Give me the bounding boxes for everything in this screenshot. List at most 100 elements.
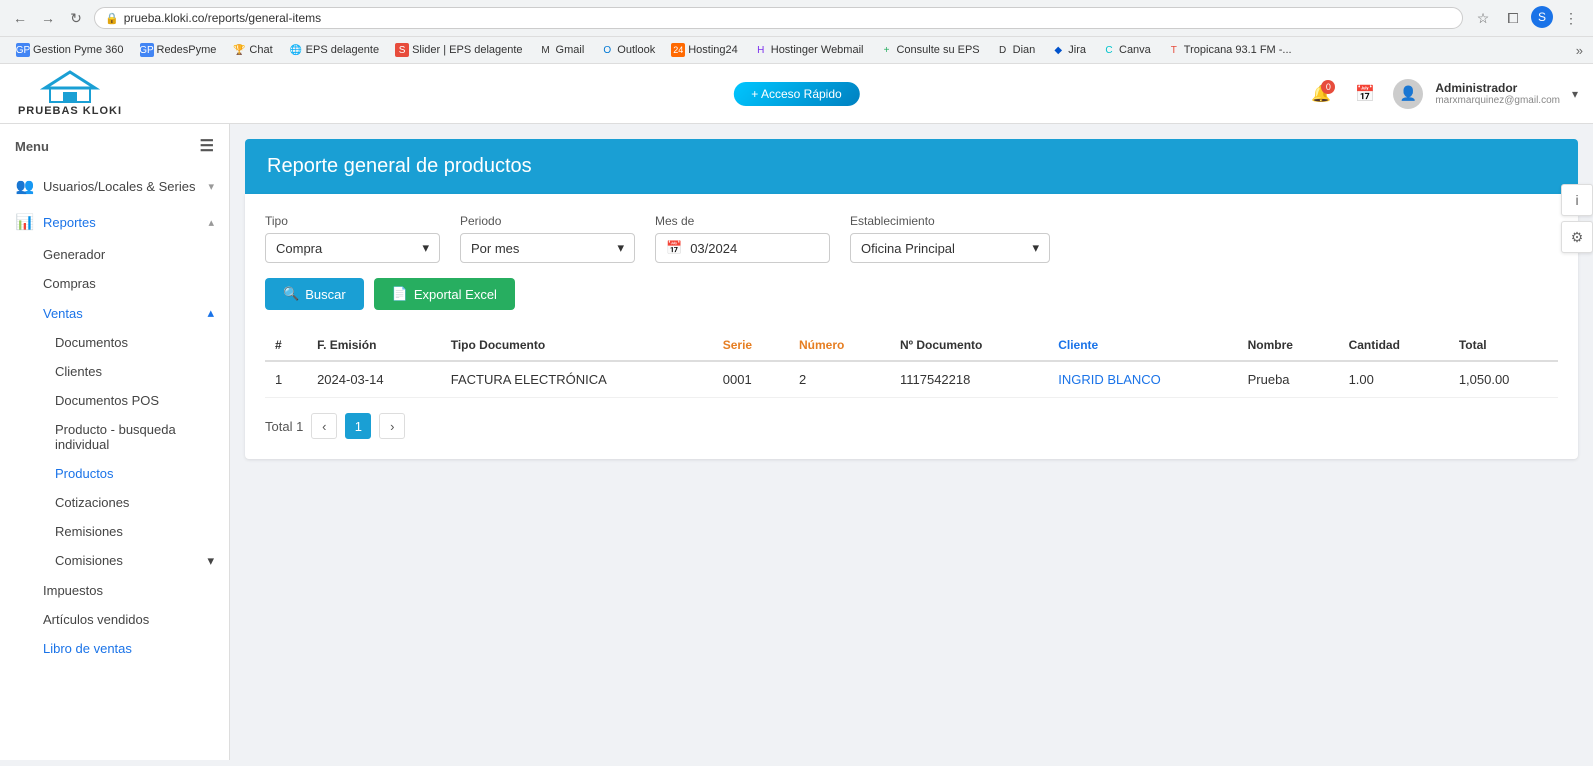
prev-page-button[interactable]: ‹	[311, 413, 337, 439]
bookmarks-overflow: »	[1576, 43, 1583, 58]
sidebar-subitem-articulos[interactable]: Artículos vendidos	[0, 605, 229, 634]
sidebar-subitem-remisiones[interactable]: Remisiones	[0, 517, 229, 546]
excel-icon: 📄	[392, 286, 408, 302]
col-nro-documento: Nº Documento	[890, 330, 1048, 361]
tipo-value: Compra	[276, 241, 322, 256]
notification-badge: 0	[1321, 80, 1335, 94]
periodo-label: Periodo	[460, 214, 635, 228]
bookmark-dian[interactable]: D Dian	[990, 41, 1042, 59]
bookmark-outlook[interactable]: O Outlook	[594, 41, 661, 59]
settings-float-button[interactable]: ⚙	[1561, 221, 1593, 253]
sidebar-subitem-compras[interactable]: Compras	[0, 269, 229, 298]
sidebar-subitem-libro[interactable]: Libro de ventas	[0, 634, 229, 663]
sidebar-item-reportes[interactable]: 📊 Reportes ▴	[0, 204, 229, 240]
notification-button[interactable]: 🔔 0	[1305, 78, 1337, 110]
user-dropdown-button[interactable]: ▾	[1572, 87, 1578, 101]
bookmark-label: Chat	[249, 44, 272, 56]
sidebar-subitem-productos[interactable]: Productos	[0, 459, 229, 488]
sidebar-subitem-documentos-pos[interactable]: Documentos POS	[0, 386, 229, 415]
reportes-icon: 📊	[15, 213, 35, 231]
bookmark-jira[interactable]: ◆ Jira	[1045, 41, 1092, 59]
app-header: PRUEBAS KLOKI + Acceso Rápido 🔔 0 📅 👤 Ad…	[0, 64, 1593, 124]
page-title: Reporte general de productos	[267, 155, 532, 177]
rapid-access-label: + Acceso Rápido	[751, 87, 841, 101]
bookmark-chat[interactable]: 🏆 Chat	[226, 41, 278, 59]
nav-back-button[interactable]: ←	[10, 8, 30, 28]
bookmark-favicon: 24	[671, 43, 685, 57]
header-right: 🔔 0 📅 👤 Administrador marxmarquinez@gmai…	[1305, 78, 1578, 110]
col-nombre: Nombre	[1238, 330, 1339, 361]
sidebar-subitem-generador[interactable]: Generador	[0, 240, 229, 269]
page-1-button[interactable]: 1	[345, 413, 371, 439]
export-button[interactable]: 📄 Exportal Excel	[374, 278, 515, 310]
bookmark-favicon: M	[539, 43, 553, 57]
subitem-label: Artículos vendidos	[43, 612, 149, 627]
logo-area: PRUEBAS KLOKI	[15, 70, 125, 117]
bookmark-star-button[interactable]: ☆	[1471, 6, 1495, 30]
bookmark-favicon: H	[754, 43, 768, 57]
bookmark-favicon: C	[1102, 43, 1116, 57]
bookmark-canva[interactable]: C Canva	[1096, 41, 1157, 59]
mes-input[interactable]: 📅 03/2024	[655, 233, 830, 263]
hamburger-icon[interactable]: ☰	[200, 136, 214, 156]
establecimiento-label: Establecimiento	[850, 214, 1050, 228]
row-cliente: INGRID BLANCO	[1048, 361, 1237, 398]
next-page-button[interactable]: ›	[379, 413, 405, 439]
pagination-row: Total 1 ‹ 1 ›	[265, 413, 1558, 439]
sidebar-subitem-ventas[interactable]: Ventas ▴	[0, 298, 229, 328]
sidebar-subitem-impuestos[interactable]: Impuestos	[0, 576, 229, 605]
bookmark-consulte-eps[interactable]: + Consulte su EPS	[873, 41, 985, 59]
filter-group-establecimiento: Establecimiento Oficina Principal ▾	[850, 214, 1050, 263]
subitem-label: Compras	[43, 276, 96, 291]
more-options-button[interactable]: ⋮	[1559, 6, 1583, 30]
row-fecha: 2024-03-14	[307, 361, 441, 398]
page-number: 1	[355, 419, 362, 434]
sidebar-subitem-documentos[interactable]: Documentos	[0, 328, 229, 357]
sidebar-subitem-cotizaciones[interactable]: Cotizaciones	[0, 488, 229, 517]
mes-value: 03/2024	[690, 241, 737, 256]
bookmark-gmail[interactable]: M Gmail	[533, 41, 591, 59]
bookmark-tropicana[interactable]: T Tropicana 93.1 FM -...	[1161, 41, 1298, 59]
sidebar-subitem-comisiones[interactable]: Comisiones ▾	[0, 546, 229, 576]
bookmark-hosting24[interactable]: 24 Hosting24	[665, 41, 744, 59]
url-bar[interactable]: 🔒 prueba.kloki.co/reports/general-items	[94, 7, 1463, 29]
bookmark-slider[interactable]: S Slider | EPS delagente	[389, 41, 528, 59]
search-label: Buscar	[305, 287, 345, 302]
user-email: marxmarquinez@gmail.com	[1435, 95, 1560, 106]
user-info: Administrador marxmarquinez@gmail.com	[1435, 81, 1560, 106]
logo-icon	[40, 70, 100, 105]
bookmark-label: EPS delagente	[306, 44, 379, 56]
periodo-select[interactable]: Por mes ▾	[460, 233, 635, 263]
search-button[interactable]: 🔍 Buscar	[265, 278, 364, 310]
bookmark-gestion-pyme[interactable]: GP Gestion Pyme 360	[10, 41, 130, 59]
tipo-chevron-icon: ▾	[422, 240, 429, 256]
usuarios-icon: 👥	[15, 177, 35, 195]
row-cantidad: 1.00	[1339, 361, 1449, 398]
establecimiento-select[interactable]: Oficina Principal ▾	[850, 233, 1050, 263]
calendar-icon: 📅	[666, 240, 682, 256]
sidebar-subitem-producto-busqueda[interactable]: Producto - busqueda individual	[0, 415, 229, 459]
user-name: Administrador	[1435, 81, 1560, 95]
subitem-label: Ventas	[43, 306, 83, 321]
subitem-label: Generador	[43, 247, 105, 262]
pagination-total: Total 1	[265, 419, 303, 434]
nav-refresh-button[interactable]: ↻	[66, 8, 86, 28]
page-title-bar: Reporte general de productos	[245, 139, 1578, 194]
extensions-button[interactable]: ⧠	[1501, 6, 1525, 30]
rapid-access-button[interactable]: + Acceso Rápido	[733, 82, 859, 106]
tipo-select[interactable]: Compra ▾	[265, 233, 440, 263]
bookmark-label: Gmail	[556, 44, 585, 56]
subitem-label: Productos	[55, 466, 114, 481]
bookmark-favicon: GP	[140, 43, 154, 57]
profile-button[interactable]: S	[1531, 6, 1553, 28]
sidebar-subitem-clientes[interactable]: Clientes	[0, 357, 229, 386]
sidebar-item-usuarios[interactable]: 👥 Usuarios/Locales & Series ▾	[0, 168, 229, 204]
col-numero: Número	[789, 330, 890, 361]
bookmark-hostinger[interactable]: H Hostinger Webmail	[748, 41, 870, 59]
calendar-button[interactable]: 📅	[1349, 78, 1381, 110]
subitem-label: Impuestos	[43, 583, 103, 598]
nav-forward-button[interactable]: →	[38, 8, 58, 28]
info-float-button[interactable]: i	[1561, 184, 1593, 216]
bookmark-eps[interactable]: 🌐 EPS delagente	[283, 41, 385, 59]
bookmark-redes-pyme[interactable]: GP RedesPyme	[134, 41, 223, 59]
